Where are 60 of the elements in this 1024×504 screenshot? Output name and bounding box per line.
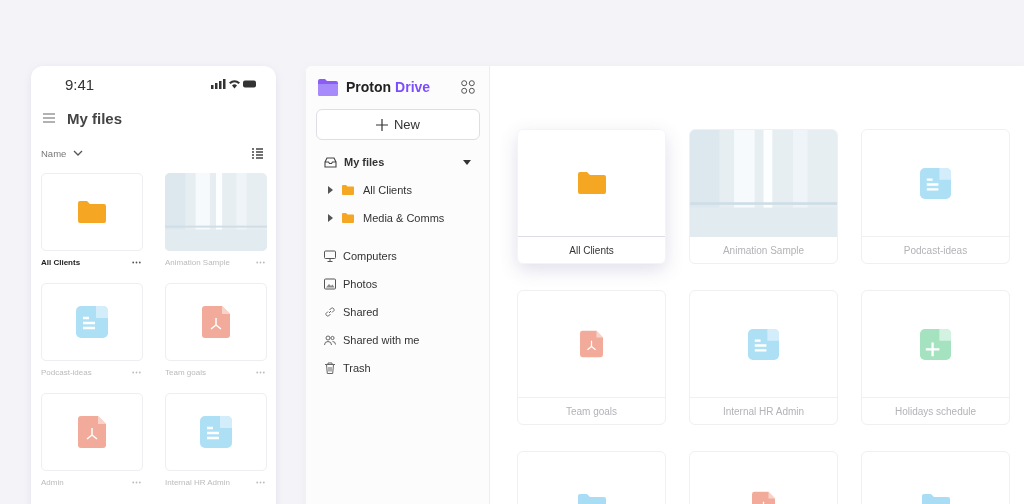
pdf-file-icon	[580, 330, 603, 358]
nav-item[interactable]: Shared	[343, 306, 379, 318]
new-button[interactable]: New	[316, 109, 480, 140]
document-icon	[748, 328, 779, 360]
nav-item[interactable]: Media & Comms	[363, 212, 445, 224]
file-thumbnail[interactable]	[41, 173, 143, 251]
folder-icon	[577, 172, 606, 194]
pdf-file-icon	[202, 306, 230, 338]
inbox-icon	[324, 156, 337, 168]
monitor-icon	[324, 250, 336, 262]
file-thumbnail[interactable]	[41, 393, 143, 471]
people-icon	[324, 334, 336, 346]
nav-item[interactable]: Shared with me	[343, 334, 420, 346]
nav-item[interactable]: Photos	[343, 278, 378, 290]
trash-icon	[324, 362, 336, 374]
sort-dropdown[interactable]: Name	[41, 147, 84, 159]
file-name: Animation Sample	[165, 257, 230, 267]
pdf-file-icon	[78, 416, 106, 448]
list-view-icon[interactable]	[252, 147, 263, 159]
file-name: Podcast-ideas	[41, 367, 92, 377]
nav-item[interactable]: Trash	[343, 362, 371, 374]
file-name: All Clients	[41, 257, 81, 267]
status-icons	[211, 79, 257, 89]
image-icon	[324, 278, 336, 290]
apps-icon[interactable]	[461, 80, 475, 94]
expand-arrow-icon[interactable]	[328, 214, 333, 222]
folder-logo-icon	[318, 78, 338, 96]
file-name: Holidays schedule	[894, 405, 977, 417]
file-card[interactable]: All Clients	[517, 129, 666, 264]
nav-item[interactable]: My files	[344, 156, 385, 168]
document-icon	[920, 167, 951, 199]
file-name: Internal HR Admin	[722, 405, 805, 417]
caret-icon[interactable]	[463, 159, 471, 165]
file-name: All Clients	[569, 244, 614, 256]
file-thumbnail[interactable]	[165, 283, 267, 361]
expand-arrow-icon[interactable]	[328, 186, 333, 194]
file-thumbnail[interactable]	[41, 283, 143, 361]
product-name: Drive	[395, 79, 431, 95]
status-time: 9:41	[65, 75, 95, 93]
more-icon[interactable]	[132, 260, 141, 264]
document-icon	[200, 416, 232, 448]
menu-icon[interactable]	[43, 113, 55, 123]
file-name: Admin	[41, 477, 64, 487]
plus-icon	[376, 118, 388, 131]
folder-icon	[342, 185, 354, 195]
folder-icon	[78, 201, 106, 223]
file-name: Team goals	[565, 405, 618, 417]
nav-item[interactable]: All Clients	[363, 184, 412, 196]
file-thumbnail[interactable]	[165, 393, 267, 471]
link-icon	[324, 306, 336, 318]
brand-name: Proton	[346, 79, 392, 95]
spreadsheet-icon	[920, 328, 951, 360]
chevron-down-icon	[73, 150, 84, 156]
document-icon	[76, 306, 108, 338]
file-name: Podcast-ideas	[903, 244, 968, 256]
page-title: My files	[67, 109, 123, 127]
file-name: Internal HR Admin	[165, 477, 230, 487]
folder-icon	[342, 213, 354, 223]
nav-item[interactable]: Computers	[343, 250, 397, 262]
file-name: Animation Sample	[722, 244, 805, 256]
